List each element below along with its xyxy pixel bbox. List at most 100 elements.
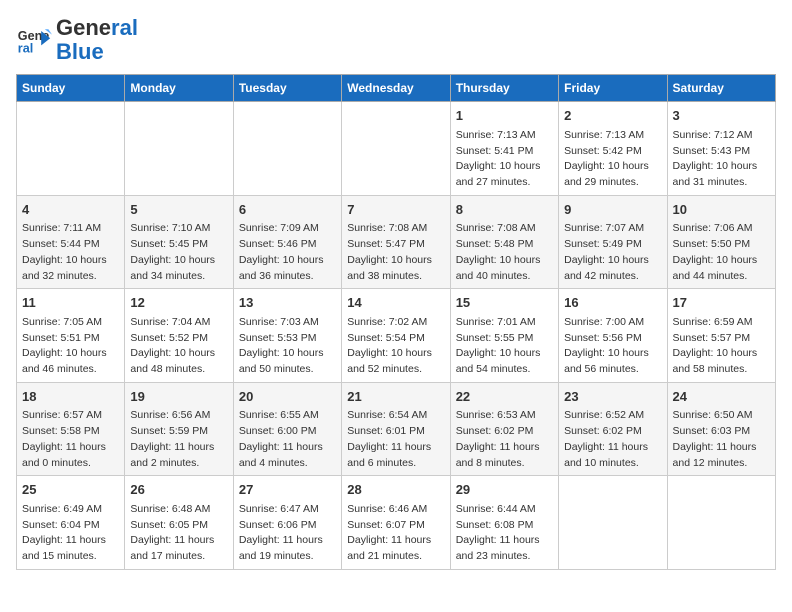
calendar-cell: 22Sunrise: 6:53 AM Sunset: 6:02 PM Dayli… [450, 382, 558, 476]
day-number: 25 [22, 480, 119, 500]
calendar-cell: 6Sunrise: 7:09 AM Sunset: 5:46 PM Daylig… [233, 195, 341, 289]
calendar-cell: 19Sunrise: 6:56 AM Sunset: 5:59 PM Dayli… [125, 382, 233, 476]
day-info: Sunrise: 6:56 AM Sunset: 5:59 PM Dayligh… [130, 408, 227, 471]
calendar-cell: 2Sunrise: 7:13 AM Sunset: 5:42 PM Daylig… [559, 102, 667, 196]
day-info: Sunrise: 7:06 AM Sunset: 5:50 PM Dayligh… [673, 221, 770, 284]
day-number: 1 [456, 106, 553, 126]
calendar-cell: 20Sunrise: 6:55 AM Sunset: 6:00 PM Dayli… [233, 382, 341, 476]
weekday-header-thursday: Thursday [450, 75, 558, 102]
day-info: Sunrise: 7:05 AM Sunset: 5:51 PM Dayligh… [22, 315, 119, 378]
day-number: 16 [564, 293, 661, 313]
day-number: 14 [347, 293, 444, 313]
logo-text2: Blue [56, 40, 138, 64]
day-info: Sunrise: 7:13 AM Sunset: 5:41 PM Dayligh… [456, 128, 553, 191]
calendar-cell: 18Sunrise: 6:57 AM Sunset: 5:58 PM Dayli… [17, 382, 125, 476]
day-info: Sunrise: 6:49 AM Sunset: 6:04 PM Dayligh… [22, 502, 119, 565]
calendar-cell [17, 102, 125, 196]
calendar-cell: 7Sunrise: 7:08 AM Sunset: 5:47 PM Daylig… [342, 195, 450, 289]
day-info: Sunrise: 7:00 AM Sunset: 5:56 PM Dayligh… [564, 315, 661, 378]
day-info: Sunrise: 6:59 AM Sunset: 5:57 PM Dayligh… [673, 315, 770, 378]
day-number: 20 [239, 387, 336, 407]
day-info: Sunrise: 7:11 AM Sunset: 5:44 PM Dayligh… [22, 221, 119, 284]
day-number: 15 [456, 293, 553, 313]
page-header: Gene ral General Blue [16, 16, 776, 64]
calendar-cell: 15Sunrise: 7:01 AM Sunset: 5:55 PM Dayli… [450, 289, 558, 383]
day-number: 29 [456, 480, 553, 500]
day-number: 19 [130, 387, 227, 407]
day-info: Sunrise: 7:08 AM Sunset: 5:47 PM Dayligh… [347, 221, 444, 284]
day-number: 24 [673, 387, 770, 407]
day-number: 13 [239, 293, 336, 313]
day-number: 4 [22, 200, 119, 220]
calendar-cell: 24Sunrise: 6:50 AM Sunset: 6:03 PM Dayli… [667, 382, 775, 476]
calendar-cell: 5Sunrise: 7:10 AM Sunset: 5:45 PM Daylig… [125, 195, 233, 289]
calendar-cell [233, 102, 341, 196]
day-number: 26 [130, 480, 227, 500]
week-row-4: 18Sunrise: 6:57 AM Sunset: 5:58 PM Dayli… [17, 382, 776, 476]
day-info: Sunrise: 7:12 AM Sunset: 5:43 PM Dayligh… [673, 128, 770, 191]
calendar-cell: 29Sunrise: 6:44 AM Sunset: 6:08 PM Dayli… [450, 476, 558, 570]
day-info: Sunrise: 7:03 AM Sunset: 5:53 PM Dayligh… [239, 315, 336, 378]
logo-text: General [56, 16, 138, 40]
calendar-cell: 9Sunrise: 7:07 AM Sunset: 5:49 PM Daylig… [559, 195, 667, 289]
day-number: 21 [347, 387, 444, 407]
weekday-header-saturday: Saturday [667, 75, 775, 102]
calendar-cell: 12Sunrise: 7:04 AM Sunset: 5:52 PM Dayli… [125, 289, 233, 383]
calendar-cell: 3Sunrise: 7:12 AM Sunset: 5:43 PM Daylig… [667, 102, 775, 196]
day-number: 27 [239, 480, 336, 500]
weekday-header-friday: Friday [559, 75, 667, 102]
day-info: Sunrise: 7:09 AM Sunset: 5:46 PM Dayligh… [239, 221, 336, 284]
calendar-cell [559, 476, 667, 570]
calendar-cell: 28Sunrise: 6:46 AM Sunset: 6:07 PM Dayli… [342, 476, 450, 570]
day-number: 9 [564, 200, 661, 220]
calendar-cell: 1Sunrise: 7:13 AM Sunset: 5:41 PM Daylig… [450, 102, 558, 196]
calendar-cell: 25Sunrise: 6:49 AM Sunset: 6:04 PM Dayli… [17, 476, 125, 570]
day-info: Sunrise: 7:10 AM Sunset: 5:45 PM Dayligh… [130, 221, 227, 284]
calendar-cell: 10Sunrise: 7:06 AM Sunset: 5:50 PM Dayli… [667, 195, 775, 289]
calendar-cell: 8Sunrise: 7:08 AM Sunset: 5:48 PM Daylig… [450, 195, 558, 289]
day-number: 8 [456, 200, 553, 220]
calendar-cell: 21Sunrise: 6:54 AM Sunset: 6:01 PM Dayli… [342, 382, 450, 476]
day-number: 28 [347, 480, 444, 500]
weekday-header-monday: Monday [125, 75, 233, 102]
week-row-3: 11Sunrise: 7:05 AM Sunset: 5:51 PM Dayli… [17, 289, 776, 383]
day-number: 2 [564, 106, 661, 126]
day-info: Sunrise: 7:13 AM Sunset: 5:42 PM Dayligh… [564, 128, 661, 191]
weekday-header-sunday: Sunday [17, 75, 125, 102]
day-number: 23 [564, 387, 661, 407]
calendar-cell: 13Sunrise: 7:03 AM Sunset: 5:53 PM Dayli… [233, 289, 341, 383]
calendar-cell: 26Sunrise: 6:48 AM Sunset: 6:05 PM Dayli… [125, 476, 233, 570]
calendar-header-row: SundayMondayTuesdayWednesdayThursdayFrid… [17, 75, 776, 102]
day-info: Sunrise: 7:01 AM Sunset: 5:55 PM Dayligh… [456, 315, 553, 378]
day-info: Sunrise: 7:04 AM Sunset: 5:52 PM Dayligh… [130, 315, 227, 378]
logo-icon: Gene ral [16, 22, 52, 58]
day-info: Sunrise: 6:54 AM Sunset: 6:01 PM Dayligh… [347, 408, 444, 471]
day-number: 22 [456, 387, 553, 407]
day-number: 7 [347, 200, 444, 220]
day-info: Sunrise: 6:50 AM Sunset: 6:03 PM Dayligh… [673, 408, 770, 471]
calendar-cell [667, 476, 775, 570]
calendar-cell: 23Sunrise: 6:52 AM Sunset: 6:02 PM Dayli… [559, 382, 667, 476]
day-info: Sunrise: 7:02 AM Sunset: 5:54 PM Dayligh… [347, 315, 444, 378]
day-number: 18 [22, 387, 119, 407]
day-number: 5 [130, 200, 227, 220]
calendar-cell: 11Sunrise: 7:05 AM Sunset: 5:51 PM Dayli… [17, 289, 125, 383]
logo: Gene ral General Blue [16, 16, 138, 64]
day-info: Sunrise: 6:47 AM Sunset: 6:06 PM Dayligh… [239, 502, 336, 565]
calendar-cell [125, 102, 233, 196]
day-info: Sunrise: 6:52 AM Sunset: 6:02 PM Dayligh… [564, 408, 661, 471]
day-info: Sunrise: 7:07 AM Sunset: 5:49 PM Dayligh… [564, 221, 661, 284]
day-info: Sunrise: 6:55 AM Sunset: 6:00 PM Dayligh… [239, 408, 336, 471]
day-info: Sunrise: 6:48 AM Sunset: 6:05 PM Dayligh… [130, 502, 227, 565]
calendar-cell: 17Sunrise: 6:59 AM Sunset: 5:57 PM Dayli… [667, 289, 775, 383]
week-row-1: 1Sunrise: 7:13 AM Sunset: 5:41 PM Daylig… [17, 102, 776, 196]
day-number: 10 [673, 200, 770, 220]
day-info: Sunrise: 6:44 AM Sunset: 6:08 PM Dayligh… [456, 502, 553, 565]
day-info: Sunrise: 6:46 AM Sunset: 6:07 PM Dayligh… [347, 502, 444, 565]
day-number: 11 [22, 293, 119, 313]
day-number: 17 [673, 293, 770, 313]
svg-text:ral: ral [18, 42, 33, 56]
calendar-cell: 16Sunrise: 7:00 AM Sunset: 5:56 PM Dayli… [559, 289, 667, 383]
week-row-2: 4Sunrise: 7:11 AM Sunset: 5:44 PM Daylig… [17, 195, 776, 289]
calendar-cell [342, 102, 450, 196]
